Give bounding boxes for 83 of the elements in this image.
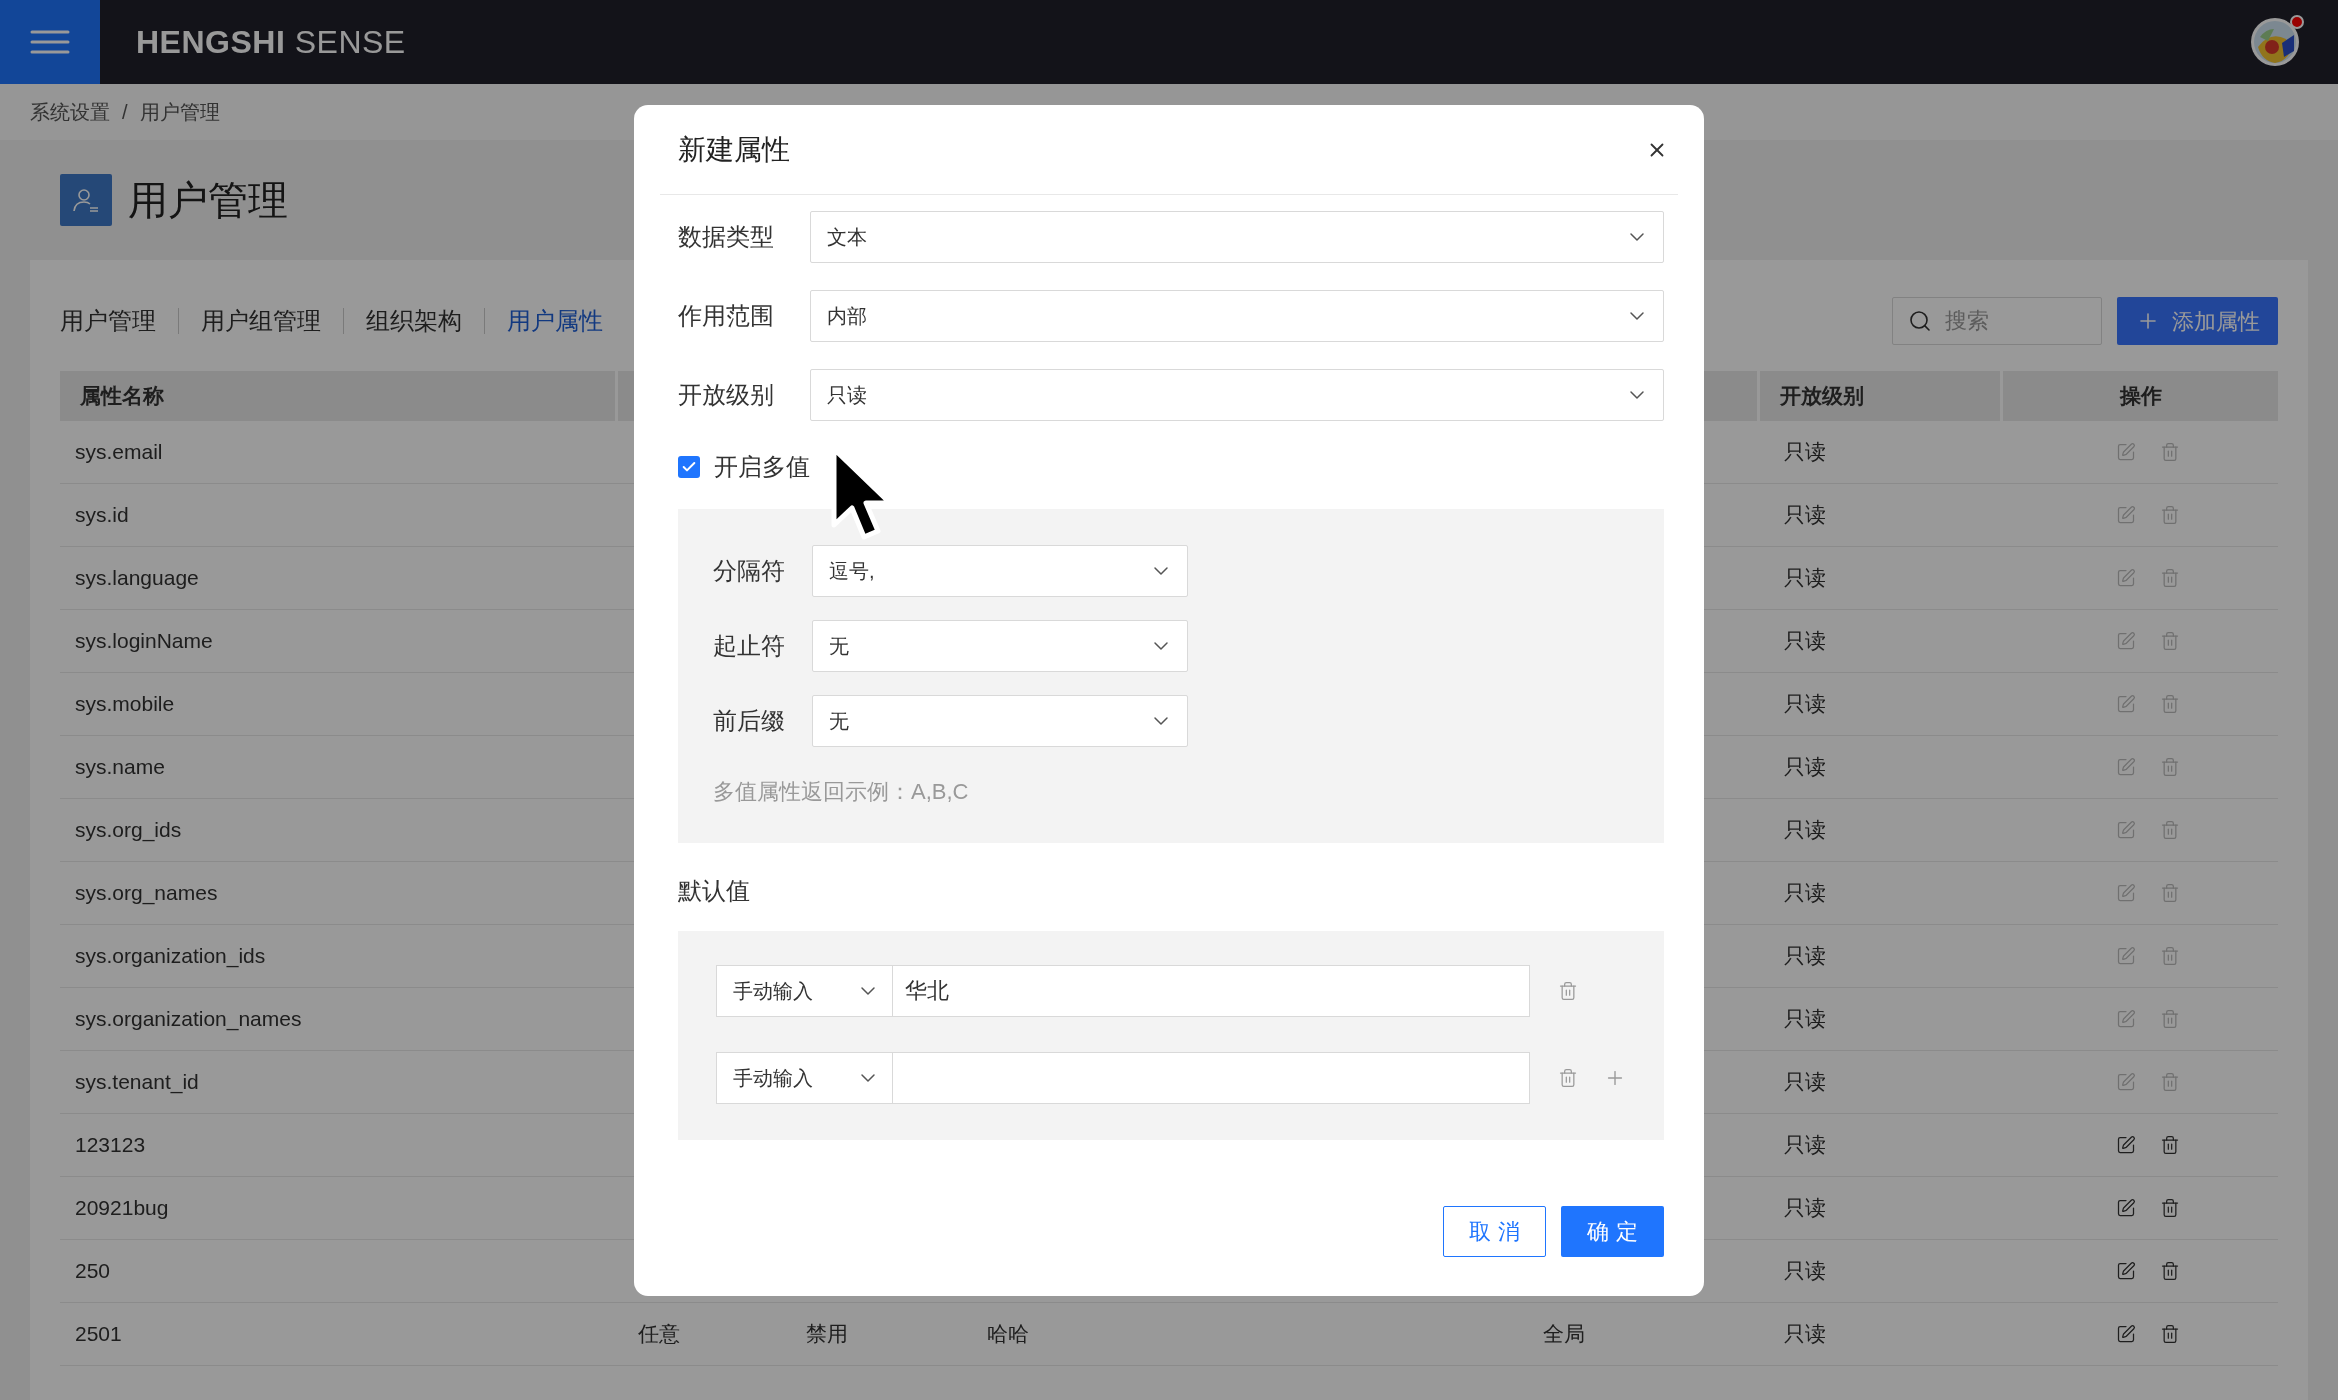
- trash-icon[interactable]: [2160, 1261, 2180, 1281]
- source-select[interactable]: 手动输入: [716, 1052, 893, 1104]
- source-select[interactable]: 手动输入: [716, 965, 893, 1017]
- select-field[interactable]: 无: [812, 620, 1188, 672]
- select-field[interactable]: 文本: [810, 211, 1664, 263]
- checkbox[interactable]: [678, 456, 700, 478]
- field-label: 前后缀: [713, 706, 786, 736]
- tab[interactable]: 用户组管理: [201, 303, 321, 339]
- column-header: 操作: [2119, 383, 2162, 410]
- field-label: 开放级别: [678, 380, 775, 410]
- field-label: 起止符: [713, 631, 786, 661]
- table-cell-text: 任意: [637, 1322, 680, 1346]
- trash-icon[interactable]: [2160, 1135, 2180, 1155]
- table-cell-text: 只读: [1783, 628, 1827, 655]
- search-field[interactable]: 搜索: [1892, 297, 2102, 345]
- select-field[interactable]: 无: [812, 695, 1188, 747]
- table-cell-text: 只读: [1783, 943, 1827, 970]
- tab[interactable]: 用户管理: [60, 303, 156, 339]
- table-cell-text: sys.id: [74, 502, 130, 529]
- table-cell-text: sys.organization_ids: [74, 943, 267, 970]
- table-cell-text: 只读: [1783, 880, 1827, 907]
- select-field[interactable]: 只读: [810, 369, 1664, 421]
- field-label: 数据类型: [678, 222, 775, 252]
- trash-icon[interactable]: [2160, 1198, 2180, 1218]
- table-cell-text: sys.org_ids: [74, 817, 183, 844]
- table-cell-text: 哈哈: [986, 1322, 1029, 1346]
- table-cell-text: sys.org_names: [74, 880, 219, 907]
- menu-icon: [30, 29, 70, 55]
- field-label: 作用范围: [678, 301, 775, 331]
- table-cell-text: 只读: [1783, 754, 1827, 781]
- trash-icon[interactable]: [2160, 1324, 2180, 1344]
- table-cell-text: sys.mobile: [74, 691, 176, 718]
- table-cell-text: 250: [74, 1258, 112, 1285]
- table-cell-text: sys.name: [74, 754, 166, 781]
- hint-text: 多值属性返回示例：A,B,C: [713, 778, 970, 806]
- menu-button[interactable]: [0, 0, 100, 84]
- value-input[interactable]: [893, 1052, 1530, 1104]
- table-cell-text: 2501: [74, 1321, 123, 1348]
- table-cell-text: sys.tenant_id: [74, 1069, 200, 1096]
- table-cell-text: 只读: [1783, 1069, 1827, 1096]
- table-cell-text: 20921bug: [74, 1195, 170, 1222]
- table-cell-text: 只读: [1783, 691, 1827, 718]
- breadcrumb-item[interactable]: 用户管理: [139, 97, 220, 127]
- checkbox-label: 开启多值: [714, 452, 810, 482]
- select-field[interactable]: 内部: [810, 290, 1664, 342]
- user-icon: [60, 174, 112, 226]
- breadcrumb-separator: /: [122, 100, 128, 125]
- cancel-button[interactable]: 取 消: [1443, 1206, 1546, 1257]
- tab[interactable]: 组织架构: [366, 303, 462, 339]
- edit-icon[interactable]: [2116, 1261, 2136, 1281]
- table-cell-text: 123123: [74, 1132, 147, 1159]
- table-cell-text: sys.organization_names: [74, 1006, 303, 1033]
- avatar[interactable]: [2250, 17, 2300, 67]
- table-cell-text: 只读: [1783, 1321, 1827, 1348]
- value-input[interactable]: 华北: [893, 965, 1530, 1017]
- table-cell-text: 只读: [1783, 817, 1827, 844]
- table-cell-text: 只读: [1783, 1132, 1827, 1159]
- table-cell-text: 只读: [1783, 1258, 1827, 1285]
- table-cell-text: 只读: [1783, 1195, 1827, 1222]
- column-header: 属性名称: [80, 383, 164, 410]
- table-cell-text: 禁用: [805, 1322, 848, 1346]
- edit-icon[interactable]: [2116, 1324, 2136, 1344]
- search-icon: [1908, 309, 1932, 333]
- edit-icon[interactable]: [2116, 1135, 2136, 1155]
- edit-icon[interactable]: [2116, 1198, 2136, 1218]
- table-cell-text: 只读: [1783, 502, 1827, 529]
- table-cell-text: 只读: [1783, 1006, 1827, 1033]
- field-label: 分隔符: [713, 556, 786, 586]
- table-cell-text: 只读: [1783, 439, 1827, 466]
- section-label: 默认值: [678, 876, 751, 903]
- table-cell-text: sys.loginName: [74, 628, 214, 655]
- table-cell-text: sys.email: [74, 439, 164, 466]
- dialog-title: 新建属性: [678, 132, 790, 167]
- confirm-button[interactable]: 确 定: [1561, 1206, 1664, 1257]
- page-title: 用户管理: [128, 177, 288, 224]
- table-cell-text: 全局: [1542, 1322, 1585, 1346]
- table-cell-text: sys.language: [74, 565, 200, 592]
- column-header: 开放级别: [1780, 383, 1864, 410]
- brand-logo: HENGSHI SENSE: [136, 23, 406, 62]
- tab[interactable]: 用户属性: [507, 303, 603, 339]
- select-field[interactable]: 逗号,: [812, 545, 1188, 597]
- breadcrumb-item[interactable]: 系统设置: [30, 97, 110, 127]
- table-cell-text: 只读: [1783, 565, 1827, 592]
